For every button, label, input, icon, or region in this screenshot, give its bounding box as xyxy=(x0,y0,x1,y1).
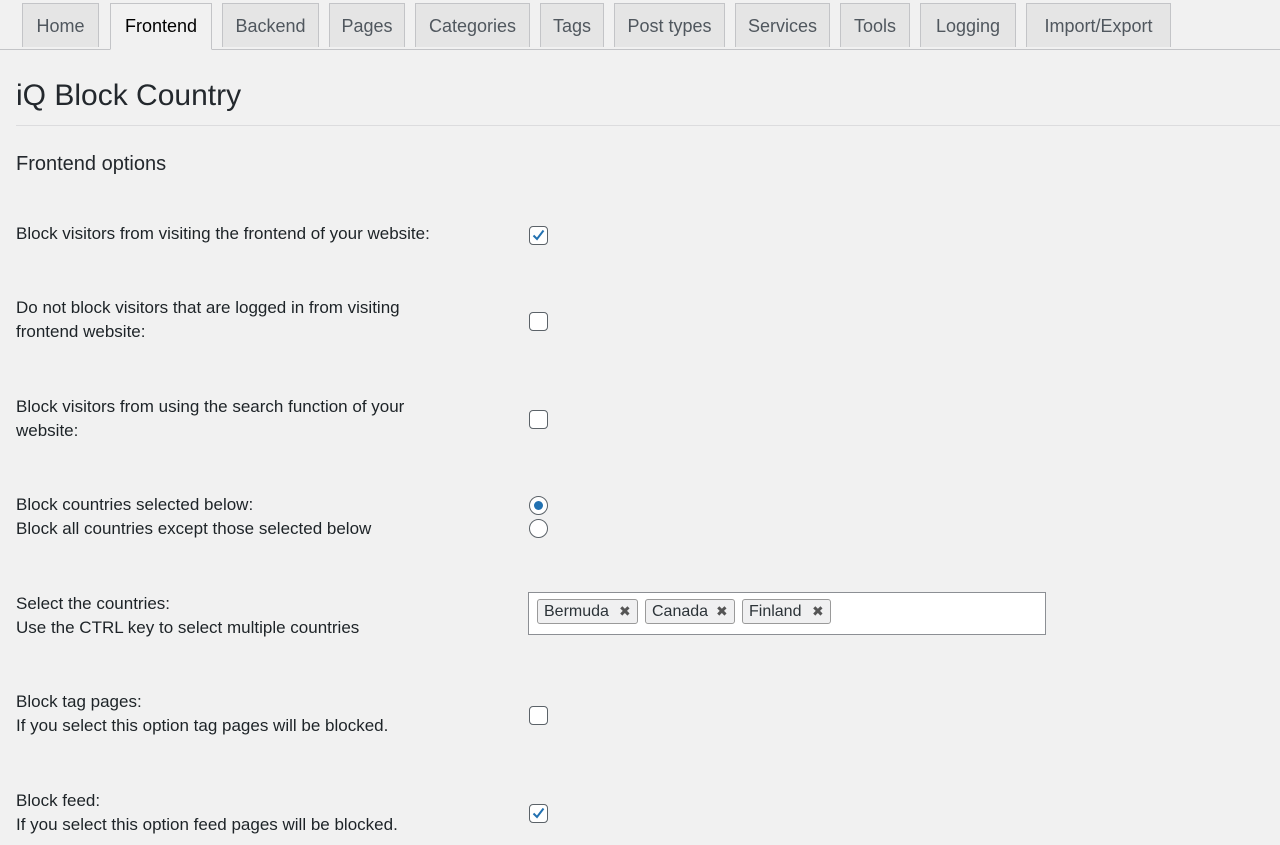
block-tag-pages-checkbox[interactable] xyxy=(529,706,548,725)
country-chip-label: Bermuda xyxy=(544,603,609,620)
block-search-label-line2: website: xyxy=(16,421,79,440)
checkmark-icon xyxy=(532,807,545,819)
page-title: iQ Block Country xyxy=(16,79,242,112)
title-divider xyxy=(16,125,1280,126)
section-title: Frontend options xyxy=(16,153,167,175)
country-chip-label: Canada xyxy=(652,603,709,620)
countries-label-line1: Select the countries: xyxy=(16,594,171,613)
block-tag-pages-label-line2: If you select this option tag pages will… xyxy=(16,716,389,735)
block-feed-label-line2: If you select this option feed pages wil… xyxy=(16,815,398,834)
no-block-logged-in-label-line2: frontend website: xyxy=(16,322,146,341)
block-all-except-label: Block all countries except those selecte… xyxy=(16,519,372,538)
block-search-checkbox[interactable] xyxy=(529,410,548,429)
remove-chip-icon[interactable]: ✖ xyxy=(716,600,728,623)
country-chip-canada: Canada ✖ xyxy=(645,599,735,624)
no-block-logged-in-label: Do not block visitors that are logged in… xyxy=(16,296,496,344)
block-selected-countries-radio[interactable] xyxy=(529,496,548,515)
tab-bar: Home Frontend Backend Pages Categories T… xyxy=(0,0,1280,50)
block-search-label: Block visitors from using the search fun… xyxy=(16,395,496,443)
settings-page: Home Frontend Backend Pages Categories T… xyxy=(0,0,1280,845)
country-chip-bermuda: Bermuda ✖ xyxy=(537,599,638,624)
block-tag-pages-label-line1: Block tag pages: xyxy=(16,692,142,711)
block-mode-labels: Block countries selected below: Block al… xyxy=(16,493,496,541)
no-block-logged-in-checkbox[interactable] xyxy=(529,312,548,331)
block-frontend-label-text: Block visitors from visiting the fronten… xyxy=(16,224,430,243)
country-multiselect[interactable]: Bermuda ✖ Canada ✖ Finland ✖ xyxy=(528,592,1046,635)
block-feed-label-line1: Block feed: xyxy=(16,791,101,810)
checkmark-icon xyxy=(532,229,545,241)
tab-tags[interactable]: Tags xyxy=(540,3,604,47)
radio-selected-dot xyxy=(533,500,543,510)
block-search-label-line1: Block visitors from using the search fun… xyxy=(16,397,405,416)
tab-logging[interactable]: Logging xyxy=(920,3,1016,47)
tab-post-types[interactable]: Post types xyxy=(614,3,725,47)
block-frontend-checkbox[interactable] xyxy=(529,226,548,245)
block-tag-pages-label: Block tag pages: If you select this opti… xyxy=(16,690,496,738)
block-feed-label: Block feed: If you select this option fe… xyxy=(16,789,496,837)
no-block-logged-in-label-line1: Do not block visitors that are logged in… xyxy=(16,298,400,317)
tab-import-export[interactable]: Import/Export xyxy=(1026,3,1171,47)
block-selected-countries-label: Block countries selected below: xyxy=(16,495,254,514)
block-frontend-label: Block visitors from visiting the fronten… xyxy=(16,222,496,246)
block-all-except-radio[interactable] xyxy=(529,519,548,538)
remove-chip-icon[interactable]: ✖ xyxy=(619,600,631,623)
countries-label: Select the countries: Use the CTRL key t… xyxy=(16,592,496,640)
block-feed-checkbox[interactable] xyxy=(529,804,548,823)
tab-pages[interactable]: Pages xyxy=(329,3,405,47)
tab-tools[interactable]: Tools xyxy=(840,3,910,47)
tab-services[interactable]: Services xyxy=(735,3,830,47)
tab-home[interactable]: Home xyxy=(22,3,99,47)
tab-frontend[interactable]: Frontend xyxy=(110,3,212,50)
remove-chip-icon[interactable]: ✖ xyxy=(812,600,824,623)
tab-backend[interactable]: Backend xyxy=(222,3,319,47)
tab-categories[interactable]: Categories xyxy=(415,3,530,47)
country-chip-label: Finland xyxy=(749,603,802,620)
countries-label-line2: Use the CTRL key to select multiple coun… xyxy=(16,618,360,637)
country-chip-finland: Finland ✖ xyxy=(742,599,831,624)
